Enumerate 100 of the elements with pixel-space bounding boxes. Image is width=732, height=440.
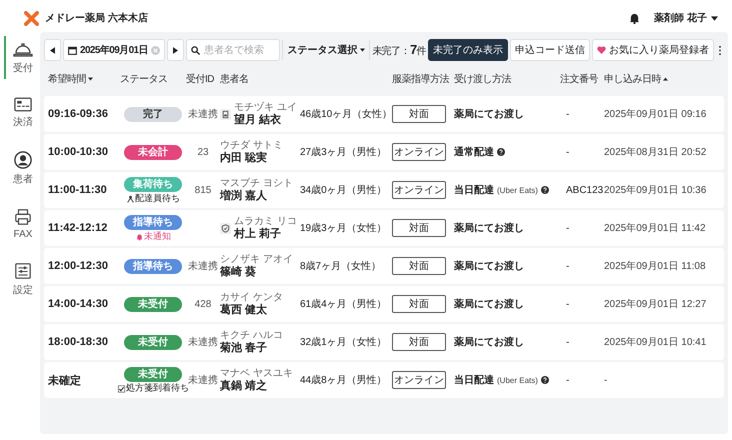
patient-kana: カサイ ケンタ <box>220 292 283 304</box>
calendar-icon <box>68 46 77 54</box>
patient-kana: ウチダ サトミ <box>220 140 283 152</box>
column-header: 注文番号 <box>560 72 598 86</box>
more-icon[interactable] <box>718 44 722 56</box>
status-note: 配達員待ち <box>134 193 180 203</box>
patient-name: 増渕 嘉人 <box>220 190 268 202</box>
guidance-method-tag: 対面 <box>392 333 446 351</box>
patient-age: 46歳10ヶ月（女性） <box>300 108 392 121</box>
caret-icon <box>360 48 366 52</box>
status-note: 処方箋到着待ち <box>126 383 189 393</box>
status-badge: 未受付 <box>124 334 182 350</box>
application-date: 2025年09月01日 10:41 <box>604 336 708 349</box>
status-badge: 未受付 <box>124 296 182 312</box>
store-name: メドレー薬局 六本木店 <box>45 11 148 25</box>
guidance-method-tag: オンライン <box>392 181 446 199</box>
column-header: ステータス <box>120 73 168 86</box>
delivery-method: 薬局にてお渡し <box>454 221 524 235</box>
reception-row[interactable]: 10:00-10:30 未会計 23 ウチダ サトミ 内田 聡実 27歳3ヶ月（男性） オンライン 通常配達 - 2025年08月31日 20:52 <box>44 134 724 170</box>
patient-age: 44歳8ヶ月（男性） <box>300 374 388 387</box>
application-date: 2025年09月01日 09:16 <box>604 108 708 121</box>
application-date: - <box>604 374 608 386</box>
help-icon[interactable] <box>540 186 549 194</box>
date-field[interactable]: 2025年09月01日 <box>63 39 165 61</box>
patient-age: 19歳3ヶ月（女性） <box>300 222 388 235</box>
status-badge: 未受付 <box>124 366 182 382</box>
column-header[interactable]: 希望時間 <box>48 72 93 86</box>
order-number: - <box>565 374 570 386</box>
order-number: - <box>565 222 570 234</box>
left-triangle-icon <box>50 46 55 54</box>
column-header[interactable]: 申し込み日時 <box>604 72 668 86</box>
sidebar-item[interactable]: 決済 <box>4 93 40 133</box>
application-date: 2025年09月01日 11:08 <box>604 260 707 273</box>
reception-id: 815 <box>194 184 212 196</box>
id-card-icon <box>220 108 231 120</box>
incomplete-count: 未完了：7件 <box>372 42 426 58</box>
incomplete-only-button[interactable]: 未完了のみ表示 <box>428 39 508 61</box>
sliders-icon <box>14 262 32 280</box>
patient-kana: キクチ ハルコ <box>220 330 283 342</box>
patient-age: 34歳0ヶ月（男性） <box>300 184 388 197</box>
patient-name: 望月 結衣 <box>234 114 282 126</box>
order-number: - <box>565 298 570 310</box>
help-icon[interactable] <box>497 148 505 156</box>
patient-kana: マスブチ ヨシト <box>220 178 293 189</box>
status-badge: 未会計 <box>124 144 182 160</box>
column-header: 受付ID <box>186 72 214 86</box>
reception-id: 428 <box>194 298 212 310</box>
notification-icon[interactable] <box>629 12 640 24</box>
delivery-method: 当日配達 <box>454 184 494 197</box>
order-number: - <box>565 146 570 158</box>
status-badge: 指導待ち <box>124 214 182 230</box>
time-slot: 未確定 <box>48 372 120 388</box>
delivery-method: 薬局にてお渡し <box>454 107 524 121</box>
application-date: 2025年08月31日 20:52 <box>604 146 708 159</box>
time-slot: 14:00-14:30 <box>48 298 120 310</box>
application-date: 2025年09月01日 11:42 <box>604 222 707 235</box>
reception-id: 未連携 <box>187 260 219 273</box>
help-icon[interactable] <box>540 376 549 384</box>
time-slot: 11:42-12:12 <box>48 222 120 234</box>
reception-id: 23 <box>196 146 210 158</box>
time-slot: 09:16-09:36 <box>48 108 120 120</box>
search-icon <box>190 46 200 55</box>
reception-id: 未連携 <box>187 108 219 121</box>
status-badge: 完了 <box>124 106 182 122</box>
column-header: 患者名 <box>220 72 248 86</box>
person-icon <box>14 151 32 169</box>
status-badge: 集荷待ち <box>124 176 182 192</box>
status-dropdown[interactable]: ステータス選択 <box>285 39 368 61</box>
user-menu[interactable]: 薬剤師 花子 <box>654 11 718 25</box>
reception-id: 未連携 <box>188 374 219 387</box>
order-number: - <box>565 260 570 272</box>
application-date: 2025年09月01日 12:27 <box>604 298 708 311</box>
logo-icon <box>24 10 39 26</box>
bell-icon <box>135 232 143 240</box>
previous-day-button[interactable] <box>44 39 61 61</box>
guidance-method-tag: 対面 <box>392 105 446 123</box>
delivery-service: (Uber Eats) <box>497 376 538 384</box>
patient-name: 真鍋 靖之 <box>220 380 268 392</box>
status-note: 未通知 <box>144 231 171 241</box>
column-header: 受け渡し方法 <box>454 72 511 86</box>
guidance-method-tag: 対面 <box>392 257 446 275</box>
patient-kana: マナベ ヤスユキ <box>220 368 293 380</box>
delivery-method: 当日配達 <box>454 374 494 387</box>
search-field[interactable]: 患者名で検索 <box>186 39 280 61</box>
next-day-button[interactable] <box>166 39 184 61</box>
checkbox[interactable] <box>117 384 125 392</box>
sidebar-item[interactable]: 患者 <box>4 147 40 190</box>
patient-age: 61歳4ヶ月（男性） <box>300 298 388 311</box>
reception-id: 未連携 <box>187 336 219 349</box>
patient-name: 篠崎 葵 <box>220 266 258 278</box>
delivery-service: (Uber Eats) <box>497 186 538 194</box>
favorite-registrants-button[interactable]: お気に入り薬局登録者 <box>592 39 714 61</box>
send-code-button[interactable]: 申込コード送信 <box>510 39 590 61</box>
sidebar-item[interactable]: 設定 <box>4 258 40 301</box>
printer-icon <box>14 208 32 226</box>
order-number: ABC123 <box>565 184 604 196</box>
time-slot: 12:00-12:30 <box>48 260 120 272</box>
patient-name: 村上 莉子 <box>234 228 282 240</box>
sidebar-item[interactable]: FAX <box>4 204 40 244</box>
patient-kana: シノザキ アオイ <box>220 254 293 266</box>
